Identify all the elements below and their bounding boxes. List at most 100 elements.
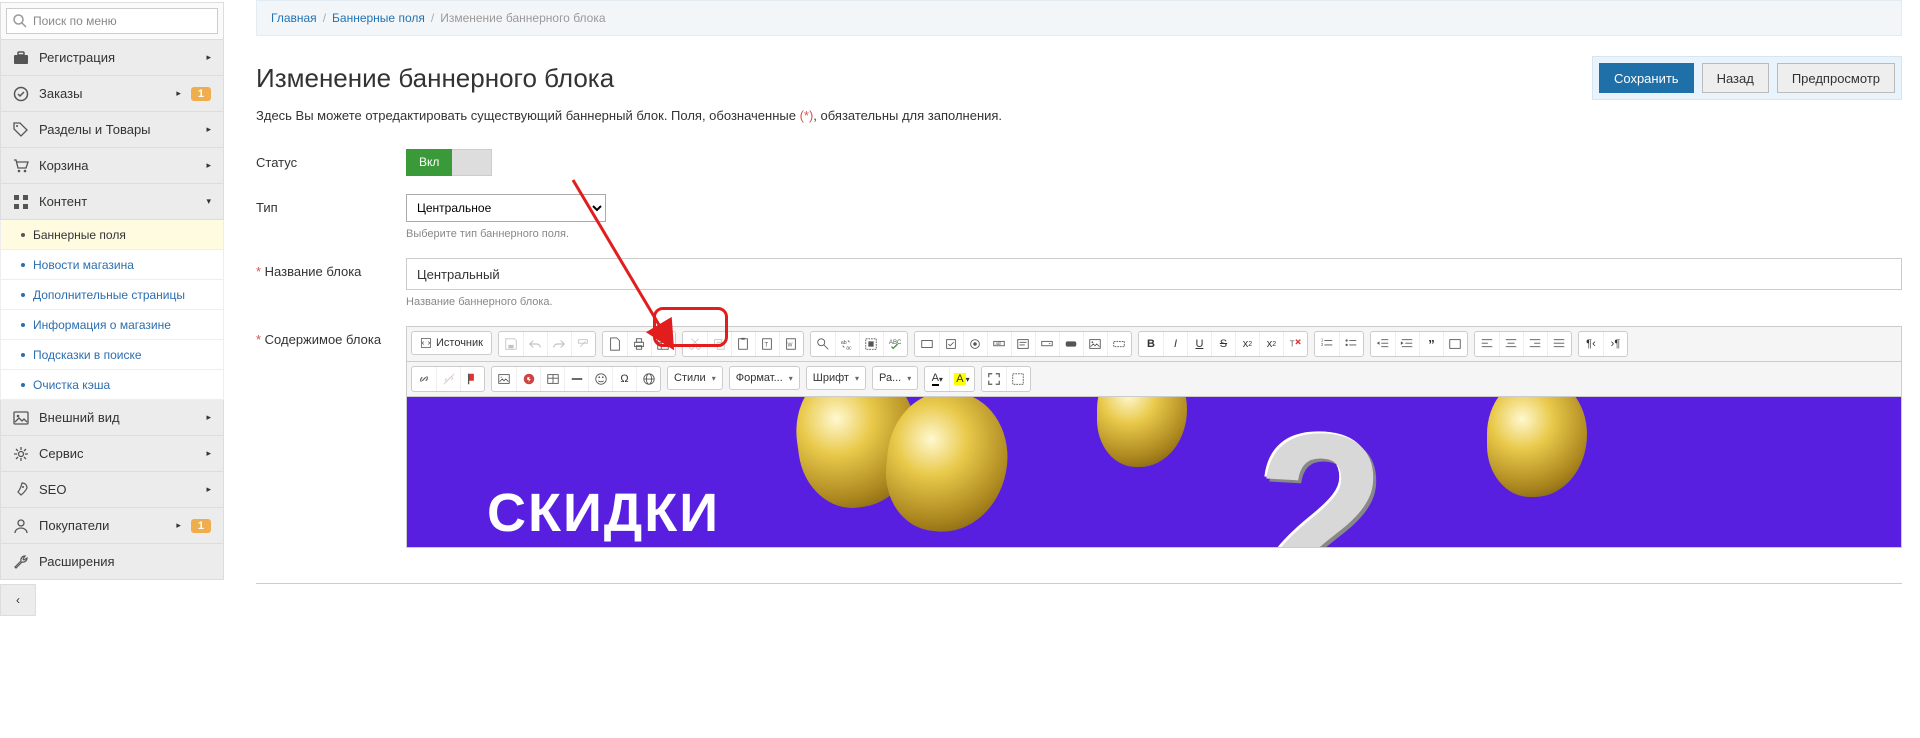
menu-search-input[interactable] bbox=[6, 8, 218, 34]
source-button[interactable]: Источник bbox=[411, 331, 492, 355]
save-button[interactable]: Сохранить bbox=[1599, 63, 1694, 93]
link-icon[interactable] bbox=[412, 367, 436, 391]
form-icon[interactable] bbox=[915, 332, 939, 356]
sidebar-item-label: Внешний вид bbox=[39, 410, 194, 425]
sidebar-item-cart[interactable]: Корзина bbox=[0, 148, 224, 184]
new-page-icon[interactable] bbox=[603, 332, 627, 356]
styles-combo[interactable]: Стили bbox=[667, 366, 723, 390]
chevron-right-icon bbox=[206, 448, 211, 459]
templates-icon[interactable] bbox=[651, 332, 675, 356]
print-preview-icon[interactable] bbox=[571, 332, 595, 356]
preview-button[interactable]: Предпросмотр bbox=[1777, 63, 1895, 93]
radio-icon[interactable] bbox=[963, 332, 987, 356]
sidebar-sub-news[interactable]: Новости магазина bbox=[0, 250, 224, 280]
align-right-icon[interactable] bbox=[1523, 332, 1547, 356]
checkbox-icon[interactable] bbox=[939, 332, 963, 356]
save-doc-icon[interactable] bbox=[499, 332, 523, 356]
spellcheck-icon[interactable]: ABC bbox=[883, 332, 907, 356]
balloon-graphic bbox=[1487, 397, 1587, 497]
orders-badge: 1 bbox=[191, 87, 211, 101]
subscript-icon[interactable]: x2 bbox=[1235, 332, 1259, 356]
blockquote-icon[interactable]: ” bbox=[1419, 332, 1443, 356]
button-field-icon[interactable] bbox=[1059, 332, 1083, 356]
paste-icon[interactable] bbox=[731, 332, 755, 356]
undo-icon[interactable] bbox=[523, 332, 547, 356]
sidebar-sub-search-hints[interactable]: Подсказки в поиске bbox=[0, 340, 224, 370]
show-blocks-icon[interactable] bbox=[1006, 367, 1030, 391]
paste-text-icon[interactable]: T bbox=[755, 332, 779, 356]
sidebar-item-registration[interactable]: Регистрация bbox=[0, 40, 224, 76]
outdent-icon[interactable] bbox=[1371, 332, 1395, 356]
remove-format-icon[interactable]: T bbox=[1283, 332, 1307, 356]
sidebar-item-catalog[interactable]: Разделы и Товары bbox=[0, 112, 224, 148]
sidebar-item-appearance[interactable]: Внешний вид bbox=[0, 400, 224, 436]
sidebar-item-orders[interactable]: Заказы 1 bbox=[0, 76, 224, 112]
customers-badge: 1 bbox=[191, 519, 211, 533]
table-icon[interactable] bbox=[540, 367, 564, 391]
bold-icon[interactable]: B bbox=[1139, 332, 1163, 356]
sidebar-item-customers[interactable]: Покупатели 1 bbox=[0, 508, 224, 544]
align-center-icon[interactable] bbox=[1499, 332, 1523, 356]
name-label: Название блока bbox=[256, 258, 406, 279]
hr-icon[interactable] bbox=[564, 367, 588, 391]
image-field-icon[interactable] bbox=[1083, 332, 1107, 356]
align-left-icon[interactable] bbox=[1475, 332, 1499, 356]
banner-canvas[interactable]: 2 СКИДКИ bbox=[407, 397, 1901, 547]
status-toggle[interactable]: Вкл bbox=[406, 149, 492, 176]
check-circle-icon bbox=[13, 86, 29, 102]
breadcrumb-home[interactable]: Главная bbox=[271, 11, 317, 25]
hidden-field-icon[interactable] bbox=[1107, 332, 1131, 356]
sidebar-sub-clear-cache[interactable]: Очистка кэша bbox=[0, 370, 224, 400]
sidebar-collapse-button[interactable]: ‹ bbox=[0, 584, 36, 616]
sidebar-item-extensions[interactable]: Расширения bbox=[0, 544, 224, 580]
numbered-list-icon[interactable]: 12 bbox=[1315, 332, 1339, 356]
type-select[interactable]: Центральное bbox=[406, 194, 606, 222]
find-icon[interactable] bbox=[811, 332, 835, 356]
print-icon[interactable] bbox=[627, 332, 651, 356]
div-icon[interactable] bbox=[1443, 332, 1467, 356]
replace-icon[interactable]: abac bbox=[835, 332, 859, 356]
sidebar-sub-store-info[interactable]: Информация о магазине bbox=[0, 310, 224, 340]
sidebar-sub-banner-fields[interactable]: Баннерные поля bbox=[0, 220, 224, 250]
breadcrumb-banner-fields[interactable]: Баннерные поля bbox=[332, 11, 425, 25]
ltr-icon[interactable]: ¶‹ bbox=[1579, 332, 1603, 356]
sidebar-sub-label: Информация о магазине bbox=[33, 318, 171, 332]
italic-icon[interactable]: I bbox=[1163, 332, 1187, 356]
strike-icon[interactable]: S bbox=[1211, 332, 1235, 356]
image-insert-icon[interactable] bbox=[492, 367, 516, 391]
format-combo[interactable]: Формат... bbox=[729, 366, 800, 390]
indent-icon[interactable] bbox=[1395, 332, 1419, 356]
editor-canvas-scroll[interactable]: 2 СКИДКИ bbox=[407, 397, 1901, 547]
copy-icon[interactable] bbox=[707, 332, 731, 356]
block-name-input[interactable] bbox=[406, 258, 1902, 290]
bullet-icon bbox=[21, 233, 25, 237]
redo-icon[interactable] bbox=[547, 332, 571, 356]
select-field-icon[interactable] bbox=[1035, 332, 1059, 356]
underline-icon[interactable]: U bbox=[1187, 332, 1211, 356]
bg-color-icon[interactable]: A▾ bbox=[949, 367, 973, 391]
iframe-icon[interactable] bbox=[636, 367, 660, 391]
size-combo[interactable]: Ра... bbox=[872, 366, 918, 390]
sidebar-item-content[interactable]: Контент bbox=[0, 184, 224, 220]
text-color-icon[interactable]: A▾ bbox=[925, 367, 949, 391]
sidebar-sub-pages[interactable]: Дополнительные страницы bbox=[0, 280, 224, 310]
anchor-icon[interactable] bbox=[460, 367, 484, 391]
textfield-icon[interactable]: abl bbox=[987, 332, 1011, 356]
align-justify-icon[interactable] bbox=[1547, 332, 1571, 356]
superscript-icon[interactable]: x2 bbox=[1259, 332, 1283, 356]
special-char-icon[interactable]: Ω bbox=[612, 367, 636, 391]
paste-word-icon[interactable]: W bbox=[779, 332, 803, 356]
font-combo[interactable]: Шрифт bbox=[806, 366, 866, 390]
sidebar-item-seo[interactable]: SEO bbox=[0, 472, 224, 508]
unlink-icon[interactable] bbox=[436, 367, 460, 391]
rtl-icon[interactable]: ›¶ bbox=[1603, 332, 1627, 356]
cut-icon[interactable] bbox=[683, 332, 707, 356]
smiley-icon[interactable] bbox=[588, 367, 612, 391]
sidebar-item-service[interactable]: Сервис bbox=[0, 436, 224, 472]
back-button[interactable]: Назад bbox=[1702, 63, 1769, 93]
flash-icon[interactable] bbox=[516, 367, 540, 391]
select-all-icon[interactable] bbox=[859, 332, 883, 356]
bullet-list-icon[interactable] bbox=[1339, 332, 1363, 356]
textarea-icon[interactable] bbox=[1011, 332, 1035, 356]
maximize-icon[interactable] bbox=[982, 367, 1006, 391]
